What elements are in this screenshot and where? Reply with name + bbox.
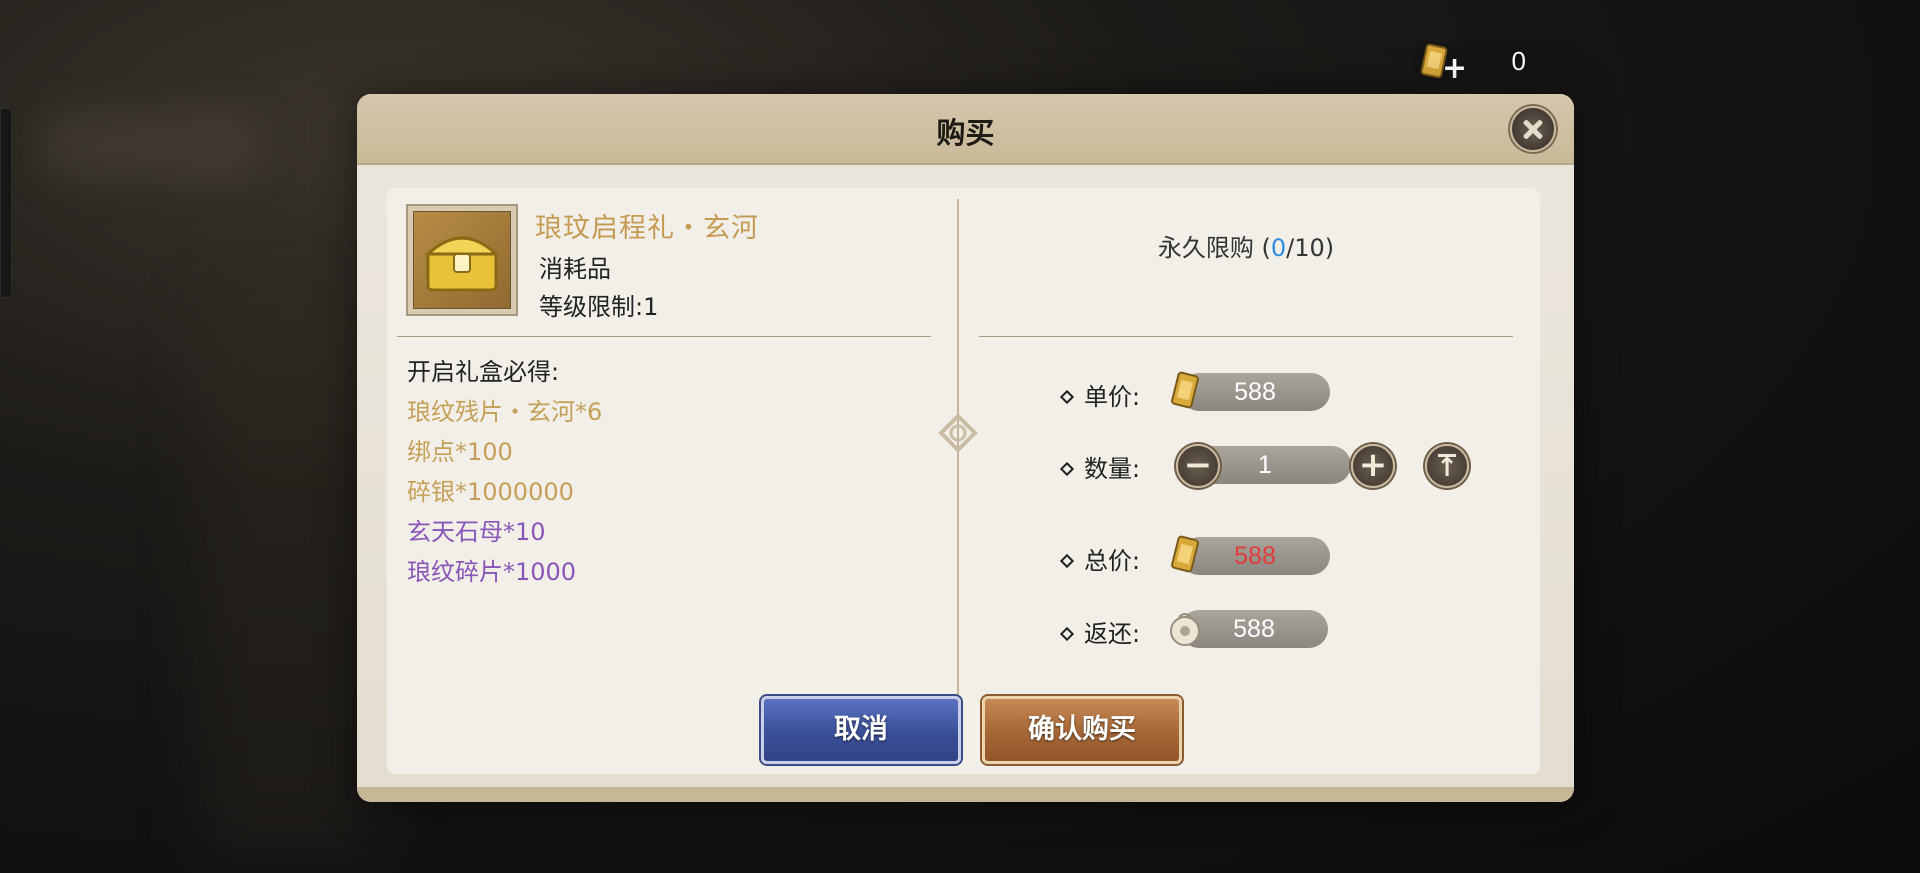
close-button[interactable] [1510,106,1556,152]
add-currency-icon[interactable]: + [1442,54,1467,84]
max-quantity-button[interactable]: ↑ [1425,444,1469,488]
confirm-purchase-button[interactable]: 确认购买 [982,696,1182,764]
increase-button[interactable]: + [1351,444,1395,488]
reward-item: 玄天石母*10 [407,518,546,546]
cancel-button[interactable]: 取消 [761,696,961,764]
unit-price-value: 588 [1180,373,1330,411]
unit-price-label: 单价: [1059,377,1141,412]
quantity-label-text: 数量: [1084,455,1141,483]
quantity-label: 数量: [1059,449,1141,484]
dialog-header: 购买 [357,94,1574,165]
treasure-chest-icon [413,211,511,309]
side-tab [0,108,12,298]
reward-item: 琅纹碎片*1000 [407,558,577,586]
left-separator [397,336,931,337]
item-level-limit: 等级限制:1 [539,293,659,321]
unit-price-label-text: 单价: [1084,383,1141,411]
background-blur [40,110,260,180]
total-price-label-text: 总价: [1084,547,1141,575]
total-price-label: 总价: [1059,541,1141,576]
limit-prefix: 永久限购 ( [1157,234,1271,262]
decrease-button[interactable]: − [1176,444,1220,488]
vertical-divider [957,199,959,755]
ornament-icon [938,413,978,453]
reward-item: 碎银*1000000 [407,478,574,506]
item-name: 琅玟启程礼・玄河 [535,213,759,244]
currency-scroll-icon [1171,535,1199,573]
purchase-dialog: 购买 琅玟启程礼・玄河 消耗品 等级限制:1 开启礼盒必得: 琅纹残片・玄河*6… [357,94,1574,802]
limit-current: 0 [1270,234,1287,262]
pouch-icon [1170,613,1200,646]
reward-item: 琅纹残片・玄河*6 [407,398,603,426]
bullet-icon [1059,553,1075,569]
currency-scroll-icon [1171,371,1199,409]
bullet-icon [1059,461,1075,477]
dialog-bottom-bar [357,787,1574,802]
dialog-title: 购买 [936,116,995,150]
item-type: 消耗品 [539,255,611,283]
refund-label: 返还: [1059,614,1141,649]
item-slot[interactable] [406,204,518,316]
bullet-icon [1059,626,1075,642]
rewards-title: 开启礼盒必得: [407,358,560,386]
purchase-limit: 永久限购 (0/10) [979,228,1513,263]
currency-bar[interactable]: + 0 [1412,42,1584,84]
limit-suffix: /10) [1286,234,1335,262]
refund-label-text: 返还: [1084,620,1141,648]
reward-item: 绑点*100 [407,438,513,466]
total-price-value: 588 [1180,537,1330,575]
refund-value: 588 [1180,610,1328,648]
bullet-icon [1059,389,1075,405]
right-separator [979,336,1513,337]
background-shadow [200,300,380,860]
currency-value: 0 [1511,46,1526,76]
